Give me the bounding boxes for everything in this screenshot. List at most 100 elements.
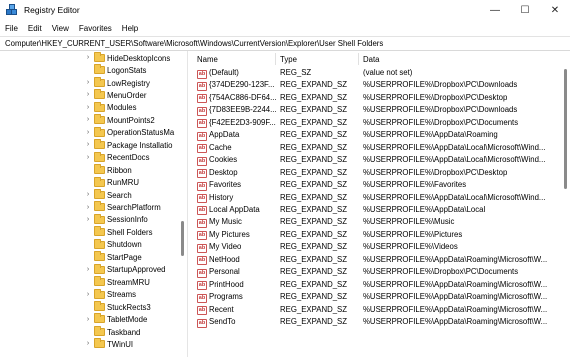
chevron-right-icon[interactable]: › [84,189,92,201]
tree-item[interactable]: › Modules [0,101,180,114]
tree-item[interactable]: StuckRects3 [0,301,180,313]
chevron-right-icon[interactable]: › [84,264,92,276]
chevron-right-icon[interactable]: › [84,202,92,214]
value-row[interactable]: ab My Pictures REG_EXPAND_SZ %USERPROFILE%\… [189,230,561,242]
tree-scrollbar-thumb[interactable] [181,221,184,256]
value-type: REG_SZ [280,68,312,77]
chevron-right-icon[interactable]: › [84,77,92,89]
value-name: My Pictures [209,229,250,239]
tree-item[interactable]: › SessionInfo [0,213,180,226]
chevron-right-icon[interactable]: › [84,127,92,139]
tree-item[interactable]: LogonStats [0,64,180,76]
tree-item-label: RunMRU [107,178,140,188]
value-row[interactable]: ab (Default) REG_SZ (value not set) [189,68,561,80]
menu-edit[interactable]: Edit [23,24,47,33]
tree-item[interactable]: › LowRegistry [0,76,180,89]
value-row[interactable]: ab History REG_EXPAND_SZ %USERPROFILE%\AppD… [189,193,561,205]
tree-item[interactable]: › Search [0,188,180,201]
value-row[interactable]: ab Recent REG_EXPAND_SZ %USERPROFILE%\AppDa… [189,305,561,317]
tree-item[interactable]: › Package Installatio [0,139,180,151]
values-list[interactable]: Name Type Data ab (Default) REG_SZ (value n… [189,51,570,357]
value-row[interactable]: ab NetHood REG_EXPAND_SZ %USERPROFILE%\AppD… [189,255,561,267]
menu-view[interactable]: View [47,24,74,33]
column-header-type[interactable]: Type [280,55,297,64]
value-row[interactable]: ab My Music REG_EXPAND_SZ %USERPROFILE%\Mus… [189,217,561,229]
key-tree[interactable]: › HideDesktopIcons LogonStats › LowRegistry ›… [0,51,188,357]
tree-item[interactable]: › Streams [0,288,180,301]
close-button[interactable]: ✕ [540,0,570,20]
tree-item[interactable]: Taskband [0,325,180,338]
tree-item[interactable]: › SearchPlatform [0,201,180,213]
tree-item[interactable]: › TWinUI [0,338,180,350]
chevron-right-icon[interactable]: › [84,52,92,64]
column-header-name[interactable]: Name [197,55,218,64]
address-bar[interactable]: Computer\HKEY_CURRENT_USER\Software\Micr… [0,36,570,51]
tree-item[interactable]: › MountPoints2 [0,114,180,126]
tree-item[interactable]: Shutdown [0,238,180,251]
tree-item[interactable]: Shell Folders [0,226,180,238]
value-row[interactable]: ab {374DE290-123F... REG_EXPAND_SZ %USERPRO… [189,80,561,92]
column-divider[interactable] [275,53,276,65]
maximize-button[interactable]: ☐ [510,0,540,20]
value-name: Recent [209,304,234,314]
chevron-right-icon[interactable]: › [84,89,92,101]
folder-icon [94,52,105,62]
value-row[interactable]: ab Local AppData REG_EXPAND_SZ %USERPROFILE… [189,205,561,217]
value-row[interactable]: ab Cache REG_EXPAND_SZ %USERPROFILE%\AppDat… [189,143,561,155]
folder-icon [94,89,105,100]
tree-item[interactable]: › OperationStatusMa [0,126,180,139]
tree-item-label: Ribbon [107,165,132,175]
value-row[interactable]: ab Programs REG_EXPAND_SZ %USERPROFILE%\App… [189,292,561,304]
value-row[interactable]: ab Cookies REG_EXPAND_SZ %USERPROFILE%\AppD… [189,155,561,167]
value-type: REG_EXPAND_SZ [280,105,348,115]
menu-help[interactable]: Help [117,24,143,33]
value-name: Local AppData [209,204,260,214]
value-row[interactable]: ab {7D83EE9B-2244... REG_EXPAND_SZ %USERPRO… [189,105,561,117]
value-data: %USERPROFILE%\Favorites [363,180,467,190]
tree-item[interactable]: StreamMRU [0,276,180,288]
chevron-right-icon[interactable]: › [84,139,92,151]
tree-scrollbar[interactable] [179,51,186,357]
value-row[interactable]: ab SendTo REG_EXPAND_SZ %USERPROFILE%\AppDa… [189,317,561,329]
tree-item[interactable]: › HideDesktopIcons [0,52,180,64]
list-scrollbar[interactable] [563,69,568,355]
column-divider[interactable] [358,53,359,65]
tree-item[interactable]: › TabletMode [0,313,180,325]
chevron-right-icon[interactable]: › [84,152,92,164]
value-row[interactable]: ab My Video REG_EXPAND_SZ %USERPROFILE%\Vid… [189,242,561,254]
title-bar[interactable]: Registry Editor — ☐ ✕ [0,0,570,20]
value-row[interactable]: ab Desktop REG_EXPAND_SZ %USERPROFILE%\Drop… [189,168,561,180]
tree-item[interactable]: › StartupApproved [0,263,180,276]
tree-item-label: Modules [107,103,137,113]
value-data: %USERPROFILE%\Pictures [363,229,463,239]
minimize-button[interactable]: — [480,0,510,20]
value-row[interactable]: ab {754AC886-DF64... REG_EXPAND_SZ %USERPRO… [189,93,561,105]
chevron-right-icon[interactable]: › [84,114,92,126]
value-type: REG_EXPAND_SZ [280,155,348,165]
value-row[interactable]: ab PrintHood REG_EXPAND_SZ %USERPROFILE%\Ap… [189,280,561,292]
chevron-right-icon[interactable]: › [84,338,92,350]
menu-favorites[interactable]: Favorites [74,24,117,33]
string-value-icon: ab [197,181,207,191]
column-header-data[interactable]: Data [363,55,379,64]
chevron-right-icon[interactable]: › [84,102,92,114]
value-row[interactable]: ab AppData REG_EXPAND_SZ %USERPROFILE%\AppD… [189,130,561,142]
tree-item[interactable]: StartPage [0,251,180,263]
chevron-right-icon[interactable]: › [84,289,92,301]
value-row[interactable]: ab Personal REG_EXPAND_SZ %USERPROFILE%\Dro… [189,267,561,279]
tree-item[interactable]: › MenuOrder [0,89,180,101]
folder-icon [94,114,105,125]
list-scrollbar-thumb[interactable] [564,69,567,189]
chevron-right-icon[interactable]: › [84,314,92,326]
tree-item[interactable]: Ribbon [0,164,180,176]
tree-item[interactable]: › RecentDocs [0,151,180,164]
value-row[interactable]: ab {F42EE2D3-909F... REG_EXPAND_SZ %USERPRO… [189,118,561,130]
value-data: %USERPROFILE%\AppData\Local\Microsoft\Wi… [363,142,546,152]
value-row[interactable]: ab Favorites REG_EXPAND_SZ %USERPROFILE%\Fa… [189,180,561,192]
chevron-right-icon[interactable]: › [84,214,92,226]
value-type: REG_EXPAND_SZ [280,167,348,177]
tree-item-label: HideDesktopIcons [107,53,171,63]
menu-file[interactable]: File [0,24,23,33]
value-data: %USERPROFILE%\Dropbox\PC\Documents [363,267,519,277]
tree-item[interactable]: RunMRU [0,176,180,189]
